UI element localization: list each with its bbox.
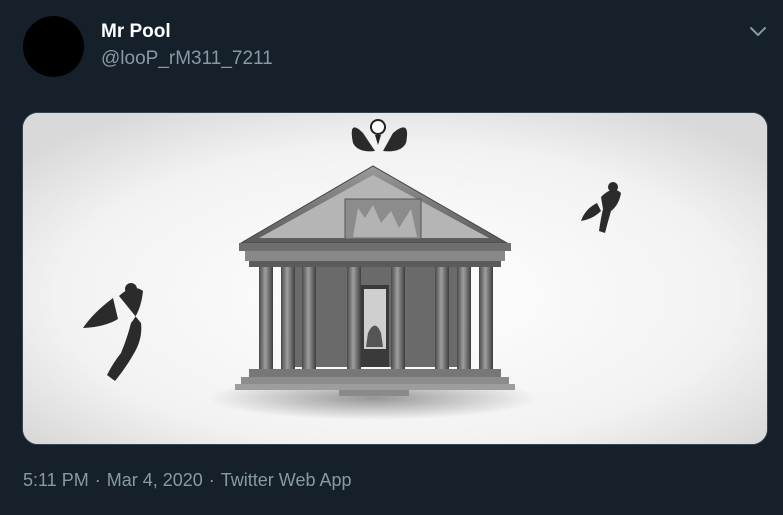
tweet: Mr Pool @looP_rM311_7211 5:11 PM · Mar 4… bbox=[0, 0, 783, 515]
display-name[interactable]: Mr Pool bbox=[101, 20, 171, 44]
tweet-media-image[interactable] bbox=[22, 112, 768, 445]
avatar[interactable] bbox=[23, 16, 84, 77]
username-handle[interactable]: @looP_rM311_7211 bbox=[101, 47, 273, 71]
chevron-down-icon bbox=[750, 27, 766, 36]
tweet-source[interactable]: Twitter Web App bbox=[221, 470, 352, 490]
separator-dot: · bbox=[208, 470, 215, 490]
tweet-timestamp-row: 5:11 PM · Mar 4, 2020 · Twitter Web App bbox=[23, 469, 352, 491]
more-options-button[interactable] bbox=[748, 24, 768, 40]
separator-dot: · bbox=[94, 470, 101, 490]
tweet-time[interactable]: 5:11 PM bbox=[23, 470, 89, 490]
tweet-date[interactable]: Mar 4, 2020 bbox=[107, 470, 203, 490]
temple-illustration bbox=[23, 113, 767, 444]
